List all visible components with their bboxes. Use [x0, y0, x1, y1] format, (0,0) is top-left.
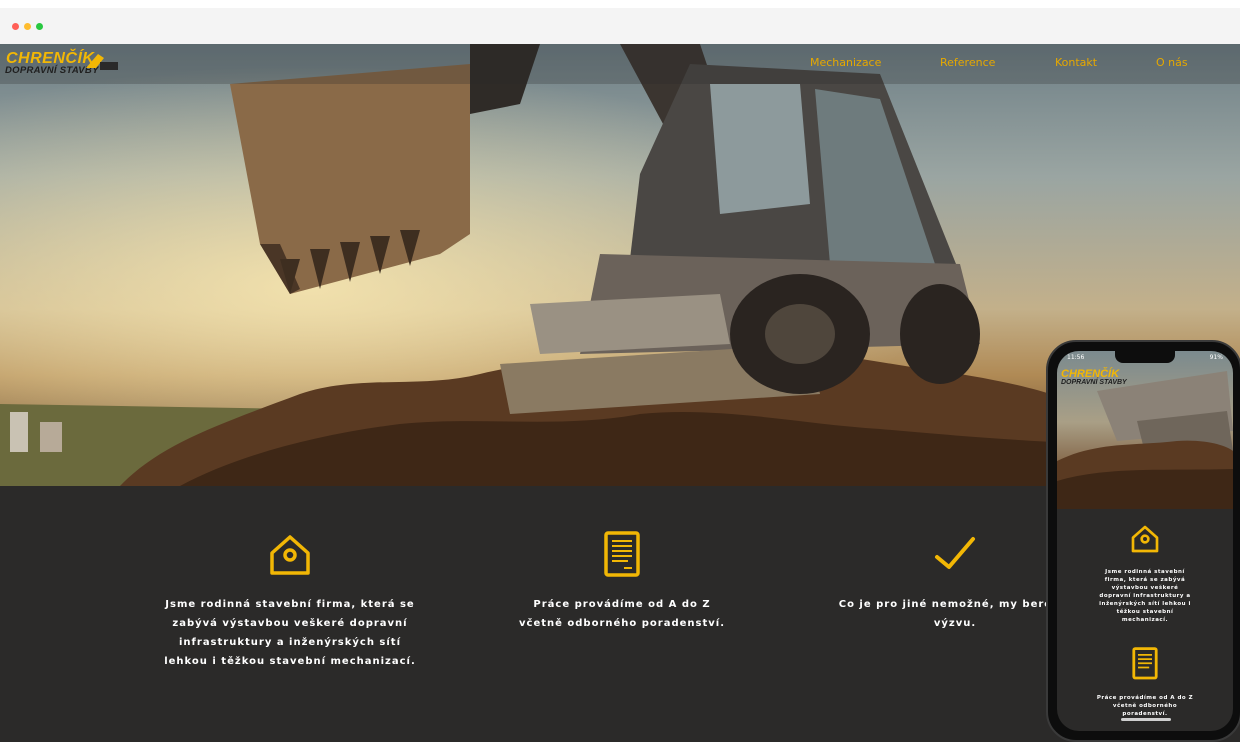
- phone-mockup: 11:56 91% CHRENČÍK DOPRAVNÍ STAVBY Jsme …: [1046, 340, 1240, 742]
- phone-notch: [1115, 351, 1175, 363]
- nav-link-mechanizace[interactable]: Mechanizace: [810, 56, 881, 69]
- home-icon: [1131, 525, 1159, 553]
- close-window-dot[interactable]: [12, 23, 19, 30]
- maximize-window-dot[interactable]: [36, 23, 43, 30]
- phone-battery: 91%: [1209, 354, 1223, 361]
- phone-time: 11:56: [1067, 354, 1085, 361]
- checkmark-icon: [935, 537, 975, 569]
- feature-family-company: Jsme rodinná stavební firma, která se za…: [160, 531, 420, 671]
- phone-feature-family-company: Jsme rodinná stavební firma, která se za…: [1057, 523, 1233, 624]
- feature-text: Práce provádíme od A do Z včetně odborné…: [519, 599, 725, 629]
- feature-text: Co je pro jiné nemožné, my bereme výzvu.: [838, 599, 1072, 629]
- phone-logo-tagline: DOPRAVNÍ STAVBY: [1061, 379, 1127, 386]
- phone-feature-text: Práce provádíme od A do Z včetně odborné…: [1096, 695, 1194, 717]
- home-icon: [270, 535, 310, 575]
- nav-link-o-nas[interactable]: O nás: [1156, 56, 1188, 69]
- phone-feature-text: Jsme rodinná stavební firma, která se za…: [1099, 569, 1191, 623]
- phone-screen: 11:56 91% CHRENČÍK DOPRAVNÍ STAVBY Jsme …: [1057, 351, 1233, 731]
- top-navbar: [0, 44, 1240, 84]
- minimize-window-dot[interactable]: [24, 23, 31, 30]
- nav-link-kontakt[interactable]: Kontakt: [1055, 56, 1097, 69]
- phone-home-indicator: [1121, 718, 1171, 721]
- feature-full-service: Práce provádíme od A do Z včetně odborné…: [512, 531, 732, 633]
- feature-text: Jsme rodinná stavební firma, která se za…: [164, 599, 416, 667]
- nav-link-reference[interactable]: Reference: [940, 56, 995, 69]
- company-logo[interactable]: CHRENČÍK DOPRAVNÍ STAVBY: [4, 50, 120, 80]
- phone-feature-full-service: Práce provádíme od A do Z včetně odborné…: [1057, 647, 1233, 718]
- browser-toolbar: [0, 8, 1240, 44]
- excavator-logo-icon: [86, 54, 118, 70]
- document-icon: [1132, 647, 1158, 680]
- document-icon: [604, 531, 640, 577]
- feature-challenge: Co je pro jiné nemožné, my bereme výzvu.: [830, 531, 1080, 633]
